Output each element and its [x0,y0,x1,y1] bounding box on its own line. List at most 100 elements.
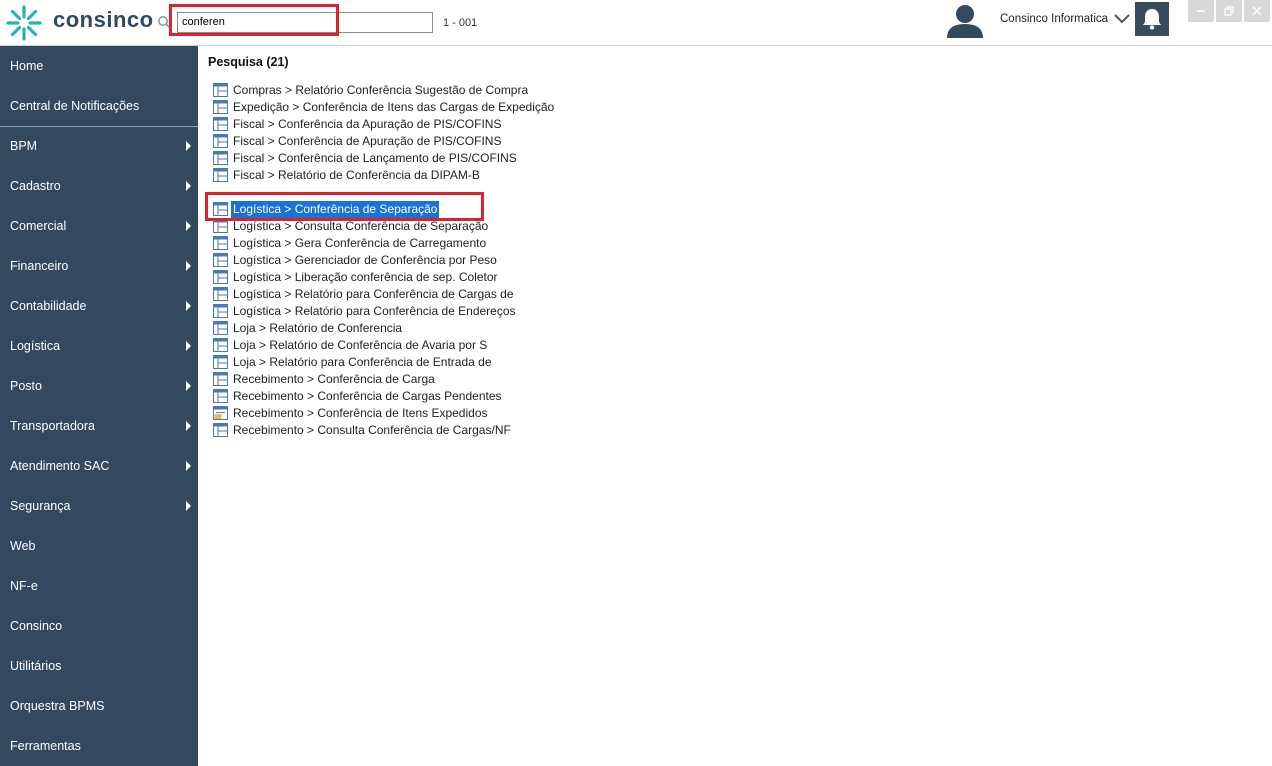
submenu-arrow-icon [186,381,191,391]
sidebar-item-central-de-notificacoes[interactable]: Central de Notificações [0,86,198,126]
close-icon [1252,6,1262,16]
result-item-label: Recebimento > Consulta Conferência de Ca… [233,423,511,437]
window-icon [213,270,228,284]
result-item-label: Logística > Relatório para Conferência d… [233,287,514,301]
sidebar-item-label: Utilitários [10,659,62,673]
sidebar-item-consinco[interactable]: Consinco [0,606,198,646]
sidebar-item-label: Orquestra BPMS [10,699,105,713]
sidebar-item-label: BPM [10,139,38,153]
result-item-label: Loja > Relatório para Conferência de Ent… [233,355,492,369]
result-item-label: Logística > Gerenciador de Conferência p… [233,253,497,267]
result-item-label: Logística > Gera Conferência de Carregam… [233,236,487,250]
sidebar-item-cadastro[interactable]: Cadastro [0,166,198,206]
sidebar-item-orquestra-bpms[interactable]: Orquestra BPMS [0,686,198,726]
sidebar-item-label: Consinco [10,619,63,633]
submenu-arrow-icon [186,181,191,191]
sidebar-item-bpm[interactable]: BPM [0,126,198,166]
minimize-icon [1197,10,1205,12]
result-item-label: Compras > Relatório Conferência Sugestão… [233,83,529,97]
search-icon[interactable] [157,15,171,29]
window-icon [213,304,228,318]
chevron-down-icon[interactable] [1113,13,1131,25]
result-item-label: Recebimento > Conferência de Cargas Pend… [233,389,502,403]
sidebar-item-atendimento-sac[interactable]: Atendimento SAC [0,446,198,486]
sidebar-item-label: Financeiro [10,259,69,273]
window-icon [213,100,228,114]
sidebar-item-label: Web [10,539,36,553]
user-avatar-icon[interactable] [945,2,985,40]
window-icon [213,219,228,233]
window-icon [213,389,228,403]
sidebar-item-posto[interactable]: Posto [0,366,198,406]
window-icon [213,168,228,182]
sidebar-item-nf-e[interactable]: NF-e [0,566,198,606]
window-icon [213,372,228,386]
result-item-label: Fiscal > Conferência de Lançamento de PI… [233,151,517,165]
result-item-label: Recebimento > Conferência de Itens Exped… [233,406,488,420]
sidebar-item-label: Segurança [10,499,71,513]
result-item-label: Expedição > Conferência de Itens das Car… [233,100,555,114]
window-icon [213,117,228,131]
consinco-logo-icon [6,5,42,41]
sidebar-item-label: Transportadora [10,419,95,433]
restore-icon [1224,6,1234,16]
sidebar-item-label: Central de Notificações [10,99,140,113]
window-icon [213,287,228,301]
window-icon [213,236,228,250]
sidebar-item-label: Home [10,59,44,73]
sidebar-item-contabilidade[interactable]: Contabilidade [0,286,198,326]
sidebar-item-label: NF-e [10,579,38,593]
sidebar-item-home[interactable]: Home [0,46,198,86]
sidebar-item-comercial[interactable]: Comercial [0,206,198,246]
submenu-arrow-icon [186,421,191,431]
window-icon [213,338,228,352]
sidebar: Home Central de Notificações BPM Cadastro Co… [0,46,198,766]
brand-name: consinco [53,7,154,32]
result-item-label: Loja > Relatório de Conferencia [233,321,403,335]
sidebar-item-label: Cadastro [10,179,61,193]
sidebar-item-logistica[interactable]: Logística [0,326,198,366]
sidebar-item-transportadora[interactable]: Transportadora [0,406,198,446]
window-icon [213,253,228,267]
submenu-arrow-icon [186,301,191,311]
results-title: Pesquisa (21) [208,55,289,69]
result-item-label: Fiscal > Conferência de Apuração de PIS/… [233,134,502,148]
bell-icon [1143,9,1161,30]
result-item-label: Logística > Consulta Conferência de Sepa… [233,219,489,233]
window-icon [213,321,228,335]
window-icon [213,83,228,97]
user-name[interactable]: Consinco Informatica [1000,13,1108,25]
company-code: 1 - 001 [443,17,478,29]
submenu-arrow-icon [186,261,191,271]
submenu-arrow-icon [186,461,191,471]
result-item-label: Fiscal > Relatório de Conferência da DIP… [233,168,480,182]
window-icon [213,423,228,437]
submenu-arrow-icon [186,221,191,231]
window-icon [213,202,228,216]
submenu-arrow-icon [186,141,191,151]
submenu-arrow-icon [186,341,191,351]
sidebar-item-label: Atendimento SAC [10,459,110,473]
sidebar-item-seguranca[interactable]: Segurança [0,486,198,526]
sidebar-item-label: Ferramentas [10,739,81,753]
sidebar-item-web[interactable]: Web [0,526,198,566]
result-item-label: Recebimento > Conferência de Carga [233,372,435,386]
minimize-button[interactable] [1188,0,1214,22]
sidebar-item-ferramentas[interactable]: Ferramentas [0,726,198,766]
window-icon [213,355,228,369]
restore-button[interactable] [1216,0,1242,22]
sidebar-item-financeiro[interactable]: Financeiro [0,246,198,286]
notifications-button[interactable] [1135,2,1169,36]
top-bar: consinco conferen 1 - 001 Consinco Infor… [0,0,1272,46]
window-icon [213,134,228,148]
window-folder-icon [213,406,228,420]
result-item-label: Logística > Relatório para Conferência d… [233,304,516,318]
sidebar-item-label: Posto [10,379,42,393]
result-item-label: Logística > Conferência de Separação [231,201,440,218]
sidebar-item-label: Contabilidade [10,299,87,313]
submenu-arrow-icon [186,501,191,511]
sidebar-item-label: Comercial [10,219,67,233]
close-button[interactable] [1244,0,1270,22]
search-input[interactable]: conferen [177,12,433,33]
sidebar-item-utilitarios[interactable]: Utilitários [0,646,198,686]
